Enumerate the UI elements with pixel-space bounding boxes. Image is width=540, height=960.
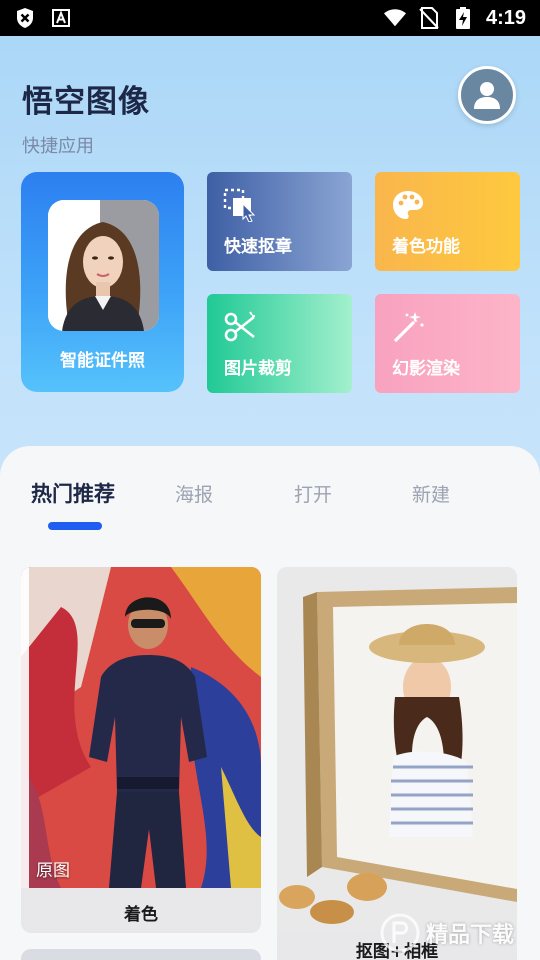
battery-charging-icon: [452, 7, 474, 29]
recommend-caption: 着色: [124, 905, 158, 925]
tile-label: 图片裁剪: [224, 359, 292, 379]
a-box-icon: [50, 7, 72, 29]
tab-hot-recommend[interactable]: 热门推荐: [31, 478, 115, 508]
recommend-card-partial[interactable]: [21, 949, 261, 960]
palette-icon: [393, 191, 423, 219]
user-icon: [474, 82, 500, 109]
tab-indicator: [48, 522, 102, 530]
select-cursor-icon: [223, 188, 256, 222]
no-sim-icon: [418, 7, 440, 29]
wifi-icon: [383, 7, 406, 29]
tile-label: 快速抠章: [224, 237, 292, 257]
tab-open[interactable]: 打开: [294, 480, 332, 507]
avatar[interactable]: [458, 66, 516, 124]
magic-wand-icon: [393, 312, 424, 343]
watermark: 精品下载: [380, 910, 540, 956]
tile-label: 幻影渲染: [392, 359, 460, 379]
scissors-icon: [224, 311, 255, 342]
watermark-logo-icon: [380, 913, 420, 953]
original-tag: 原图: [36, 861, 70, 881]
tile-phantom-render[interactable]: 幻影渲染: [375, 294, 520, 393]
status-time: 4:19: [485, 6, 526, 29]
tile-label: 着色功能: [392, 237, 460, 257]
tile-quick-stamp[interactable]: 快速抠章: [207, 172, 352, 271]
watermark-text: 精品下载: [426, 923, 515, 948]
status-bar: 4:19: [0, 0, 540, 36]
tab-new[interactable]: 新建: [412, 480, 450, 507]
tile-coloring[interactable]: 着色功能: [375, 172, 520, 271]
tab-poster[interactable]: 海报: [175, 480, 213, 507]
recommend-card-cutout-frame[interactable]: 抠图+相框: [277, 567, 517, 960]
app-title: 悟空图像: [22, 84, 150, 120]
recommend-card-coloring[interactable]: 原图 着色: [21, 567, 261, 933]
shield-x-icon: [14, 7, 36, 29]
id-photo-image: [48, 200, 159, 331]
section-subtitle: 快捷应用: [22, 136, 94, 157]
coloring-example-image: [21, 567, 261, 888]
cutout-frame-example-image: [277, 567, 517, 931]
tile-crop[interactable]: 图片裁剪: [207, 294, 352, 393]
tab-bar: 热门推荐 海报 打开 新建: [0, 480, 540, 520]
id-photo-label: 智能证件照: [60, 351, 145, 371]
id-photo-card[interactable]: 智能证件照: [21, 172, 184, 392]
